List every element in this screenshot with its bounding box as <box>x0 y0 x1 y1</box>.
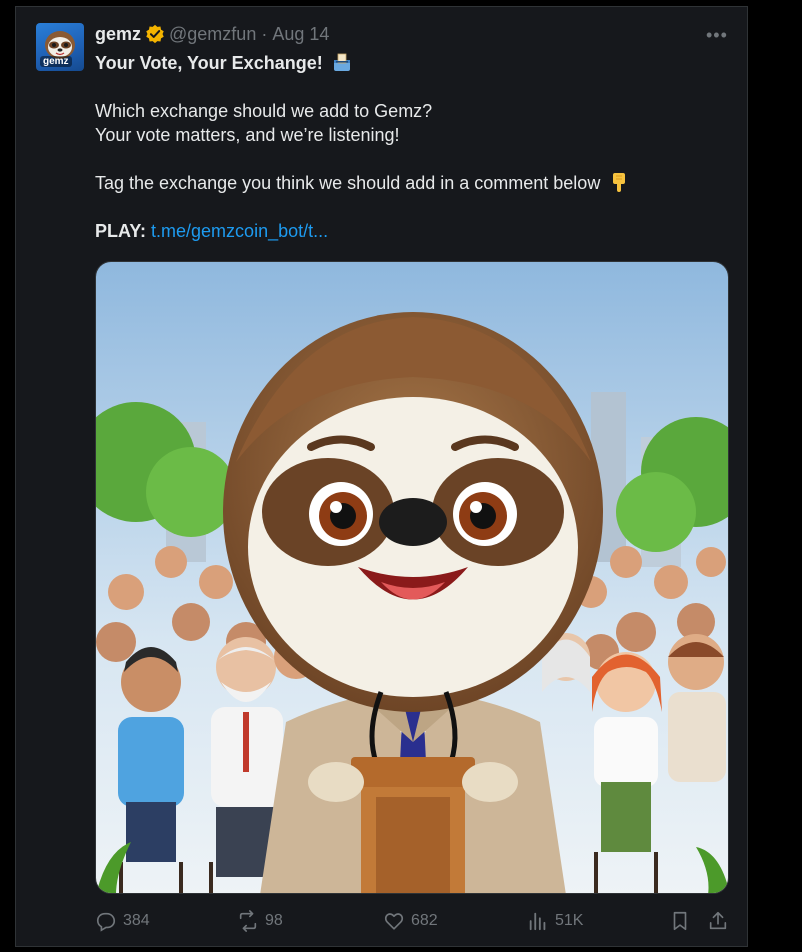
bookmark-button[interactable] <box>669 907 697 935</box>
pointing-down-icon <box>613 173 626 192</box>
more-icon[interactable]: ••• <box>706 26 728 44</box>
tweet-line-2: Your vote matters, and we’re listening! <box>95 125 400 145</box>
tweet-headline: Your Vote, Your Exchange! <box>95 53 323 73</box>
share-icon <box>709 911 727 930</box>
avatar[interactable]: gemz <box>36 23 84 71</box>
header-separator: · <box>261 23 268 44</box>
like-icon <box>384 913 404 930</box>
reply-count: 384 <box>123 912 150 929</box>
tweet-card[interactable]: gemz gemz @gemzfun · Aug 14 ••• Your Vot… <box>15 7 748 947</box>
tweet-line-3: Tag the exchange you think we should add… <box>95 173 601 193</box>
play-label: PLAY: <box>95 221 147 241</box>
bottom-divider <box>15 946 748 947</box>
tweet-image[interactable] <box>95 261 729 894</box>
bookmark-icon <box>673 911 687 931</box>
ballot-box-icon <box>333 53 350 71</box>
tweet-text: Your Vote, Your Exchange! Which exchange… <box>95 51 715 243</box>
sloth-podium-illustration <box>96 262 728 893</box>
repost-button[interactable]: 98 <box>237 907 283 935</box>
tweet-line-1: Which exchange should we add to Gemz? <box>95 101 433 121</box>
views-count: 51K <box>555 912 584 929</box>
author-handle[interactable]: @gemzfun <box>169 24 256 45</box>
views-button[interactable]: 51K <box>527 907 583 935</box>
views-icon <box>529 912 546 931</box>
reply-icon <box>96 912 116 932</box>
reply-button[interactable]: 384 <box>95 907 150 935</box>
tweet-date[interactable]: Aug 14 <box>272 24 329 45</box>
verified-badge-icon[interactable] <box>145 24 165 44</box>
like-count: 682 <box>411 912 438 929</box>
repost-count: 98 <box>265 912 283 929</box>
share-button[interactable] <box>707 907 735 935</box>
author-name[interactable]: gemz <box>95 24 141 45</box>
like-button[interactable]: 682 <box>383 907 438 935</box>
tweet-header: gemz @gemzfun · Aug 14 <box>95 23 329 45</box>
avatar-label: gemz <box>40 56 72 67</box>
play-link[interactable]: t.me/gemzcoin_bot/t... <box>151 221 328 241</box>
repost-icon <box>239 910 257 932</box>
action-bar: 384 98 682 51K <box>95 907 729 935</box>
